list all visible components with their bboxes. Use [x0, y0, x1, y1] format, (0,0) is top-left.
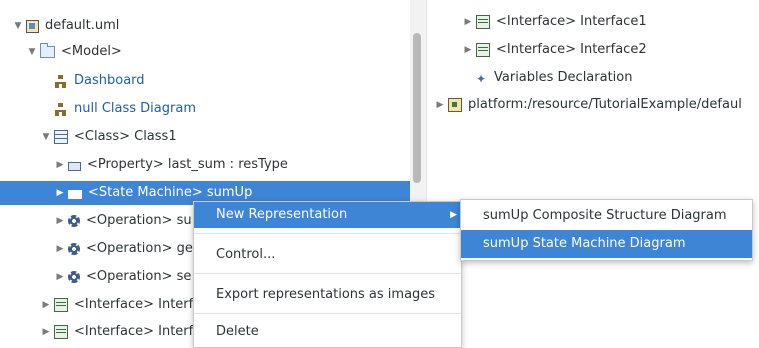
menu-item-export-images[interactable]: Export representations as images	[194, 282, 461, 308]
tree-item-variables-declaration[interactable]: Variables Declaration	[462, 66, 633, 91]
expanded-arrow-icon[interactable]: ▼	[26, 40, 38, 64]
tree-item-operation-3[interactable]: ▶ <Operation> se	[54, 265, 192, 289]
tree-item-default-uml[interactable]: ▼ default.uml	[12, 14, 120, 38]
collapsed-arrow-icon[interactable]: ▶	[54, 209, 66, 233]
collapsed-arrow-icon[interactable]: ▶	[462, 10, 474, 34]
tree-item-null-class-diagram[interactable]: null Class Diagram	[40, 97, 196, 121]
collapsed-arrow-icon[interactable]: ▶	[434, 93, 446, 117]
collapsed-arrow-icon[interactable]: ▶	[40, 293, 52, 317]
tree-item-interface-b[interactable]: ▶ <Interface> Interf	[40, 320, 193, 344]
new-representation-submenu: sumUp Composite Structure Diagram sumUp …	[460, 199, 753, 261]
collapsed-arrow-icon[interactable]: ▶	[54, 181, 66, 205]
variables-icon	[476, 67, 488, 91]
operation-icon	[68, 271, 80, 283]
interface-icon	[476, 15, 490, 29]
right-tree: ▶ <Interface> Interface1 ▶ <Interface> I…	[428, 0, 759, 348]
collapsed-arrow-icon[interactable]: ▶	[40, 320, 52, 344]
collapsed-arrow-icon[interactable]: ▶	[462, 38, 474, 62]
menu-separator	[194, 313, 461, 314]
interface-icon	[54, 325, 68, 339]
operation-icon	[68, 243, 80, 255]
model-folder-icon	[40, 43, 55, 58]
tree-item-operation-1[interactable]: ▶ <Operation> su	[54, 209, 192, 233]
tree-item-platform-resource[interactable]: ▶ platform:/resource/TutorialExample/def…	[434, 93, 742, 117]
interface-icon	[54, 298, 68, 312]
menu-item-control[interactable]: Control...	[194, 242, 461, 268]
diagram-icon	[54, 102, 68, 116]
menu-separator	[194, 233, 461, 234]
tree-item-operation-2[interactable]: ▶ <Operation> ge	[54, 237, 193, 261]
tree-item-model[interactable]: ▼ <Model>	[26, 40, 122, 64]
tree-item-class1[interactable]: ▼ <Class> Class1	[40, 125, 177, 149]
collapsed-arrow-icon[interactable]: ▶	[54, 237, 66, 261]
scrollbar-thumb[interactable]	[413, 33, 421, 183]
expanded-arrow-icon[interactable]: ▼	[12, 14, 24, 38]
submenu-item-composite-structure-diagram[interactable]: sumUp Composite Structure Diagram	[461, 202, 752, 230]
operation-icon	[68, 215, 80, 227]
class-icon	[54, 130, 68, 144]
state-machine-icon	[68, 189, 82, 199]
interface-icon	[476, 43, 490, 57]
platform-resource-icon	[448, 98, 462, 112]
collapsed-arrow-icon[interactable]: ▶	[54, 265, 66, 289]
tree-item-interface-a[interactable]: ▶ <Interface> Interf	[40, 293, 193, 317]
collapsed-arrow-icon[interactable]: ▶	[54, 153, 66, 177]
uml-file-icon	[26, 19, 39, 33]
submenu-arrow-icon: ▶	[450, 210, 457, 220]
context-menu: New Representation ▶ Control... Export r…	[193, 201, 462, 348]
menu-separator	[194, 273, 461, 274]
diagram-icon	[54, 74, 68, 88]
menu-item-delete[interactable]: Delete	[194, 319, 461, 345]
menu-item-new-representation[interactable]: New Representation ▶	[194, 202, 461, 228]
expanded-arrow-icon[interactable]: ▼	[40, 125, 52, 149]
tree-item-interface1[interactable]: ▶ <Interface> Interface1	[462, 10, 647, 34]
property-icon	[68, 161, 81, 171]
tree-item-interface2[interactable]: ▶ <Interface> Interface2	[462, 38, 647, 62]
tree-item-property-last-sum[interactable]: ▶ <Property> last_sum : resType	[54, 153, 288, 177]
submenu-item-state-machine-diagram[interactable]: sumUp State Machine Diagram	[461, 230, 752, 258]
tree-item-dashboard[interactable]: Dashboard	[40, 69, 145, 93]
